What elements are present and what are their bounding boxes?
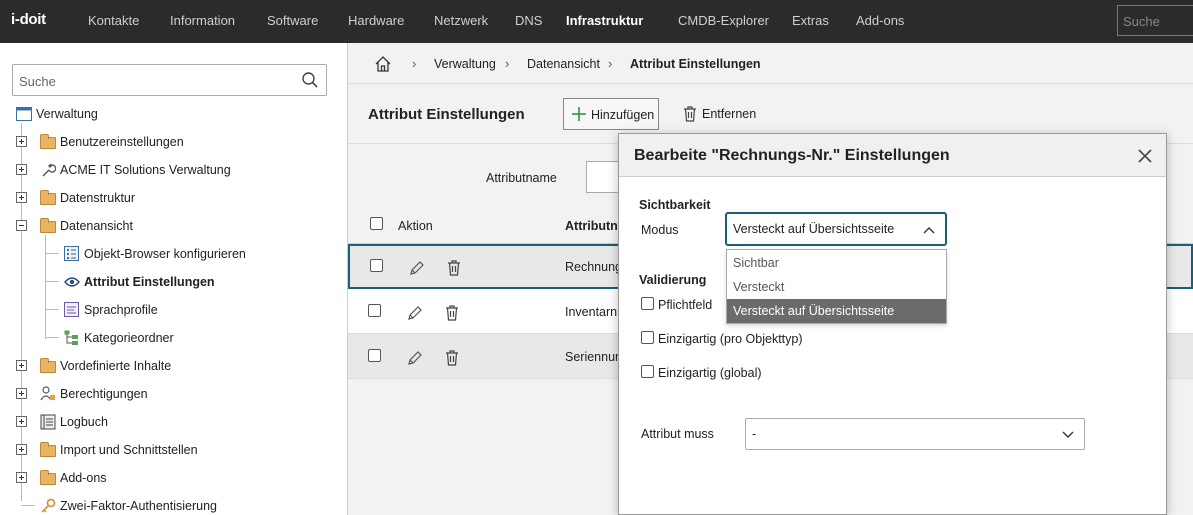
folder-icon	[40, 190, 56, 205]
logo[interactable]: i-doit	[11, 11, 46, 28]
chevron-right-icon: ›	[505, 56, 510, 71]
chevron-down-icon	[1062, 431, 1074, 438]
expand-icon[interactable]	[16, 360, 27, 371]
folder-icon	[40, 134, 56, 149]
mode-label: Modus	[641, 223, 679, 237]
folder-icon	[40, 442, 56, 457]
row-attribute-name: Seriennum	[565, 350, 626, 364]
page-title: Attribut Einstellungen	[368, 106, 525, 123]
home-icon[interactable]	[374, 55, 392, 73]
collapse-icon[interactable]	[16, 220, 27, 231]
nav-kontakte[interactable]: Kontakte	[88, 13, 139, 28]
unique-per-type-checkbox[interactable]	[641, 331, 654, 344]
nav-add-ons[interactable]: Add-ons	[856, 13, 904, 28]
chevron-right-icon: ›	[412, 56, 417, 71]
nav-hardware[interactable]: Hardware	[348, 13, 404, 28]
breadcrumb: › Verwaltung › Datenansicht › Attribut E…	[348, 43, 1193, 84]
category-tree-icon	[64, 330, 78, 345]
book-icon	[40, 414, 56, 430]
sidebar-search-placeholder: Suche	[19, 74, 56, 89]
close-icon[interactable]	[1136, 147, 1154, 165]
dialog-header: Bearbeite "Rechnungs-Nr." Einstellungen	[619, 134, 1166, 177]
trash-icon	[684, 106, 696, 122]
search-icon[interactable]	[301, 71, 319, 89]
top-search-input[interactable]: Suche	[1117, 5, 1193, 36]
chevron-up-icon	[923, 227, 935, 234]
attribute-must-select[interactable]: -	[745, 418, 1085, 450]
mode-select[interactable]: Versteckt auf Übersichtsseite	[725, 212, 947, 246]
nav-extras[interactable]: Extras	[792, 13, 829, 28]
mode-dropdown-list: Sichtbar Versteckt Versteckt auf Übersic…	[726, 249, 947, 324]
key-icon	[41, 498, 56, 513]
expand-icon[interactable]	[16, 472, 27, 483]
pencil-icon[interactable]	[409, 260, 425, 276]
nav-cmdb-explorer[interactable]: CMDB-Explorer	[678, 13, 769, 28]
expand-icon[interactable]	[16, 444, 27, 455]
row-checkbox[interactable]	[368, 304, 381, 317]
option-versteckt-uebersicht[interactable]: Versteckt auf Übersichtsseite	[727, 299, 946, 323]
folder-icon	[40, 218, 56, 233]
nav-information[interactable]: Information	[170, 13, 235, 28]
breadcrumb-verwaltung[interactable]: Verwaltung	[434, 57, 496, 71]
column-header-action: Aktion	[398, 219, 433, 233]
select-all-checkbox[interactable]	[370, 217, 383, 230]
eye-icon	[64, 277, 80, 287]
pencil-icon[interactable]	[407, 305, 423, 321]
plus-icon	[572, 107, 586, 121]
expand-icon[interactable]	[16, 164, 27, 175]
nav-netzwerk[interactable]: Netzwerk	[434, 13, 488, 28]
trash-icon[interactable]	[445, 305, 459, 321]
row-checkbox[interactable]	[370, 259, 383, 272]
folder-icon	[40, 358, 56, 373]
filter-label: Attributname	[486, 171, 557, 185]
breadcrumb-datenansicht[interactable]: Datenansicht	[527, 57, 600, 71]
remove-button[interactable]: Entfernen	[678, 98, 778, 130]
dialog-title: Bearbeite "Rechnungs-Nr." Einstellungen	[634, 147, 950, 164]
users-lock-icon	[40, 386, 55, 401]
row-checkbox[interactable]	[368, 349, 381, 362]
required-checkbox[interactable]	[641, 297, 654, 310]
wrench-icon	[42, 163, 56, 177]
trash-icon[interactable]	[447, 260, 461, 276]
expand-icon[interactable]	[16, 136, 27, 147]
row-attribute-name: Rechnung	[565, 260, 622, 274]
add-button[interactable]: Hinzufügen	[563, 98, 659, 130]
unique-per-type-label: Einzigartig (pro Objekttyp)	[658, 332, 803, 346]
sidebar-search-input[interactable]: Suche	[12, 64, 327, 96]
nav-dns[interactable]: DNS	[515, 13, 542, 28]
row-attribute-name: Inventarnu	[565, 305, 625, 319]
expand-icon[interactable]	[16, 416, 27, 427]
required-label: Pflichtfeld	[658, 298, 713, 312]
expand-icon[interactable]	[16, 192, 27, 203]
attribute-must-label: Attribut muss	[641, 427, 714, 441]
column-header-attribute[interactable]: Attributn	[565, 219, 618, 233]
option-sichtbar[interactable]: Sichtbar	[727, 251, 946, 275]
language-icon	[64, 302, 79, 317]
window-icon	[16, 107, 32, 121]
list-icon	[64, 246, 79, 261]
nav-software[interactable]: Software	[267, 13, 318, 28]
option-versteckt[interactable]: Versteckt	[727, 275, 946, 299]
validation-heading: Validierung	[639, 273, 707, 287]
top-navigation-bar: i-doit Kontakte Information Software Har…	[0, 0, 1193, 43]
nav-infrastruktur[interactable]: Infrastruktur	[566, 13, 643, 28]
folder-icon	[40, 470, 56, 485]
pencil-icon[interactable]	[407, 350, 423, 366]
edit-settings-dialog: Bearbeite "Rechnungs-Nr." Einstellungen …	[618, 133, 1167, 515]
unique-global-label: Einzigartig (global)	[658, 366, 762, 380]
expand-icon[interactable]	[16, 388, 27, 399]
chevron-right-icon: ›	[608, 56, 613, 71]
trash-icon[interactable]	[445, 350, 459, 366]
unique-global-checkbox[interactable]	[641, 365, 654, 378]
sidebar: Suche Verwaltung Benutzereinstellungen A…	[0, 43, 348, 515]
visibility-heading: Sichtbarkeit	[639, 198, 711, 212]
breadcrumb-current: Attribut Einstellungen	[630, 57, 761, 71]
